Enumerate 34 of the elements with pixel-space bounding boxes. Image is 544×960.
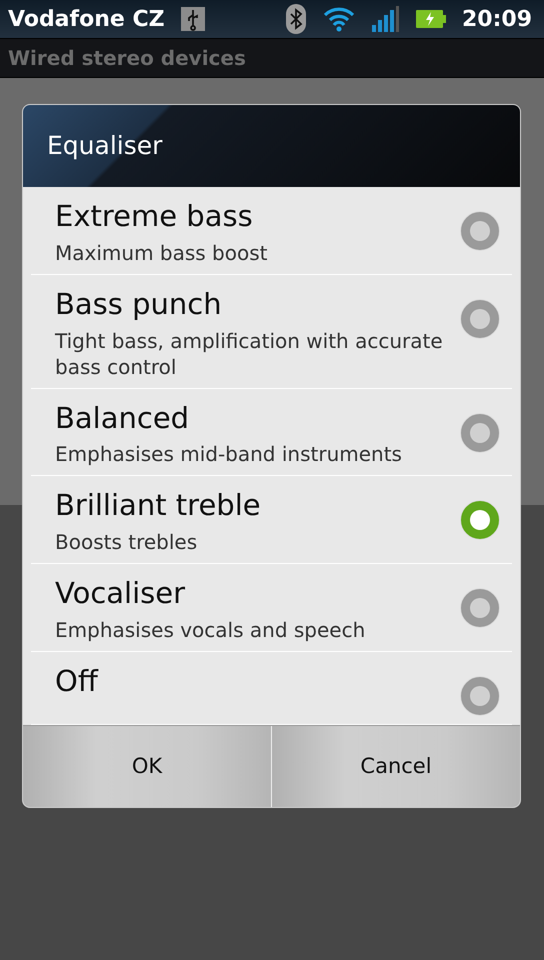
wifi-icon <box>322 6 356 32</box>
option-label: Off <box>55 664 100 699</box>
option-label: Bass punch <box>55 286 223 322</box>
option-description: Maximum bass boost <box>55 240 268 266</box>
option-row[interactable]: Bass punch Tight bass, amplification with accurate bass control <box>31 274 512 389</box>
option-description: Boosts trebles <box>55 529 198 556</box>
option-label: Balanced <box>55 400 190 436</box>
radio-button[interactable] <box>460 676 500 716</box>
option-label: Vocaliser <box>55 576 186 611</box>
option-row[interactable]: Balanced Emphasises mid-band instruments <box>31 388 512 476</box>
option-description: Tight bass, amplification with accurate bass control <box>55 328 444 380</box>
battery-charging-icon <box>416 10 446 28</box>
option-row[interactable]: Brilliant treble Boosts trebles <box>31 476 512 564</box>
radio-button[interactable] <box>460 211 500 251</box>
option-label: Extreme bass <box>55 199 254 234</box>
radio-button[interactable] <box>460 298 500 339</box>
clock: 20:09 <box>462 6 532 34</box>
signal-icon <box>372 6 400 32</box>
dialog-title: Equaliser <box>47 130 162 162</box>
option-row[interactable]: Vocaliser Emphasises vocals and speech <box>31 564 512 652</box>
radio-button[interactable] <box>460 412 500 453</box>
dialog-button[interactable]: OK <box>23 726 272 807</box>
radio-button[interactable] <box>460 500 500 540</box>
option-description: Emphasises vocals and speech <box>55 616 366 643</box>
option-row[interactable]: Extreme bass Maximum bass boost <box>31 187 512 275</box>
bluetooth-icon <box>286 4 306 34</box>
radio-button[interactable] <box>460 588 500 628</box>
usb-icon <box>180 7 205 31</box>
dialog-button[interactable]: Cancel <box>272 726 520 807</box>
option-row[interactable]: Off <box>31 652 512 725</box>
screen-title: Wired stereo devices <box>8 45 246 72</box>
carrier-name: Vodafone CZ <box>8 6 165 34</box>
option-label: Brilliant treble <box>55 488 262 524</box>
option-description: Emphasises mid-band instruments <box>55 441 403 468</box>
